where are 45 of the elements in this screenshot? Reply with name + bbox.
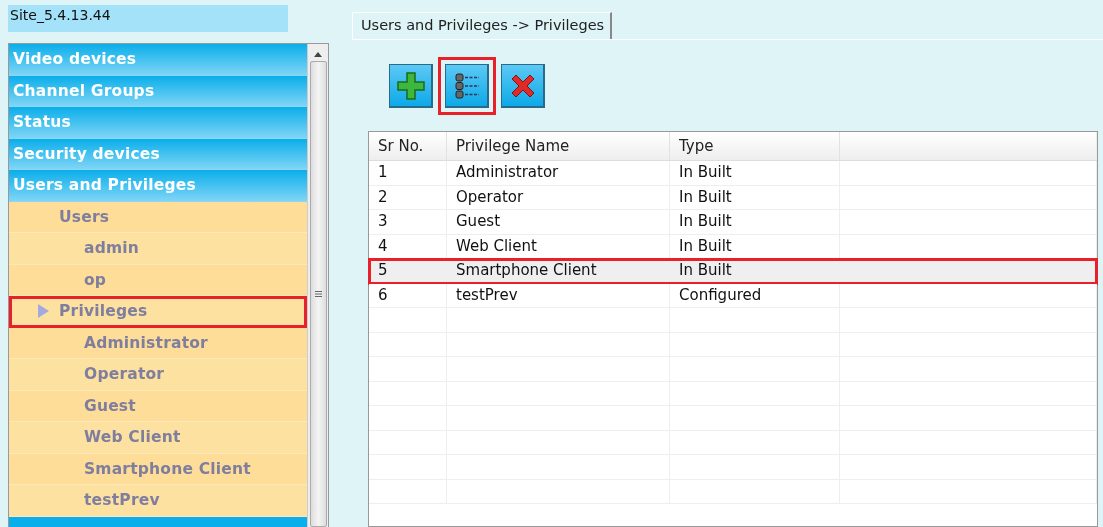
column-header[interactable]: Type [670,132,840,160]
sidebar-item[interactable]: Users [9,201,307,233]
column-header[interactable]: Sr No. [369,132,447,160]
table-cell: 1 [369,161,447,185]
table-row[interactable]: 6 testPrev Configured [369,283,1097,308]
scroll-thumb[interactable] [309,61,327,527]
grip-icon [314,291,322,297]
table-cell: 6 [369,283,447,307]
sidebar-item[interactable]: Security devices [9,138,307,170]
table-cell: In Built [670,185,840,209]
sidebar-item[interactable]: Channel Groups [9,75,307,107]
table-cell: 2 [369,185,447,209]
table-cell: Administrator [447,161,670,185]
table-cell: Smartphone Client [447,259,670,283]
table-cell: Configured [670,283,840,307]
sidebar-item[interactable]: Web Client [9,422,307,454]
sidebar-item[interactable]: admin [9,233,307,265]
table-row[interactable]: 1 Administrator In Built [369,161,1097,186]
sidebar-item[interactable]: Guest [9,390,307,422]
table-cell: Guest [447,210,670,234]
table-row[interactable]: 2 Operator In Built [369,185,1097,210]
sidebar-item[interactable]: Status [9,107,307,139]
sidebar-item[interactable]: op [9,264,307,296]
sidebar-item[interactable]: Smartphone Client [9,453,307,485]
sidebar-item[interactable]: Operator [9,359,307,391]
sidebar-item[interactable]: Video devices [9,44,307,76]
plus-icon [395,70,426,101]
table-row[interactable]: 5 Smartphone Client In Built [369,259,1097,284]
details-button[interactable] [438,57,496,115]
sidebar-item[interactable]: Administrator [9,327,307,359]
table-cell: In Built [670,161,840,185]
table-cell: 5 [369,259,447,283]
table-cell: 3 [369,210,447,234]
table-cell: In Built [670,210,840,234]
sidebar-item[interactable]: testPrev [9,485,307,517]
table-cell: testPrev [447,283,670,307]
table-cell: Operator [447,185,670,209]
scrollbar[interactable] [307,44,328,527]
tab[interactable]: Users and Privileges -> Privileges [352,12,613,39]
table-cell: In Built [670,259,840,283]
table-row[interactable]: 3 Guest In Built [369,210,1097,235]
site-title: Site_5.4.13.44 [8,5,288,32]
column-header[interactable]: Privilege Name [447,132,670,160]
sidebar-item[interactable]: Users and Privileges [9,170,307,202]
sidebar-item[interactable]: Privileges [9,296,307,328]
